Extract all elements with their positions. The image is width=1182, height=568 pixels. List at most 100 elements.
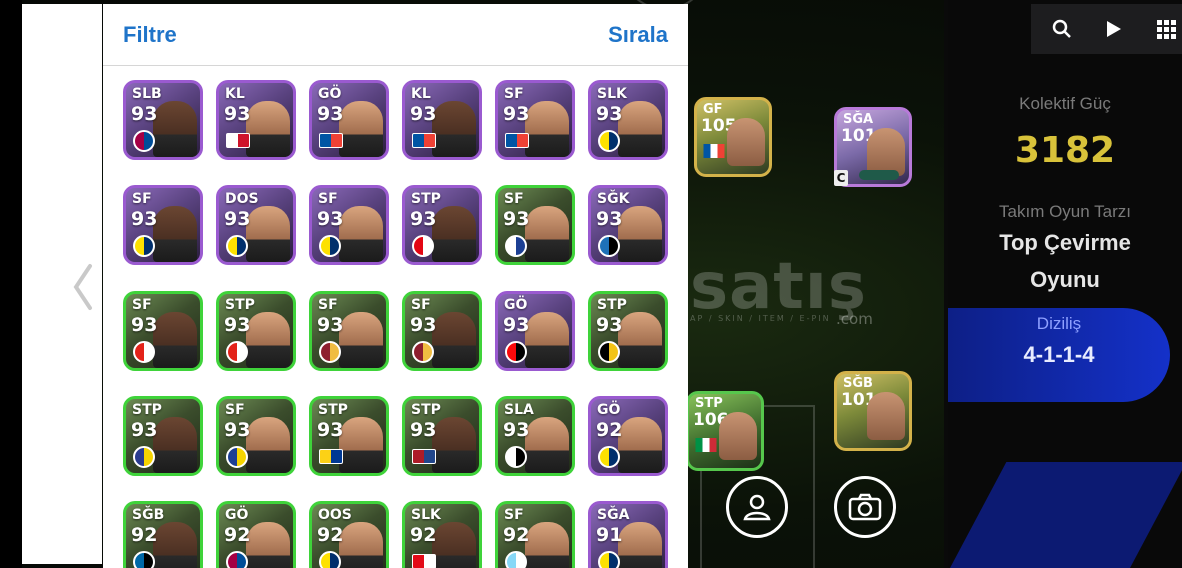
card-position: OOS (318, 507, 352, 523)
player-portrait (432, 206, 476, 262)
card-rating: 93 (317, 419, 344, 441)
card-rating: 93 (410, 419, 437, 441)
captain-badge: C (834, 170, 848, 186)
play-icon (1107, 21, 1121, 37)
player-card[interactable]: SLA 93 (495, 396, 575, 476)
club-badge-icon (133, 130, 155, 152)
card-rating: 93 (596, 314, 623, 336)
card-rating: 92 (596, 419, 623, 441)
player-portrait (432, 101, 476, 157)
player-card[interactable]: OOS 92 (309, 501, 389, 568)
formation-box[interactable]: Diziliş 4-1-1-4 (948, 308, 1170, 402)
club-badge-icon (133, 235, 155, 257)
player-card[interactable]: SĞK 93 (588, 185, 668, 265)
player-card[interactable]: GÖ 92 (216, 501, 296, 568)
player-card[interactable]: SLB 93 (123, 80, 203, 160)
player-portrait (246, 206, 290, 262)
club-badge-icon (505, 235, 527, 257)
player-portrait (339, 206, 383, 262)
player-card[interactable]: KL 93 (216, 80, 296, 160)
club-badge-icon (133, 446, 155, 468)
grid-menu-button[interactable] (1155, 18, 1177, 40)
player-portrait (867, 392, 905, 440)
card-rating: 93 (224, 419, 251, 441)
card-position: SF (411, 297, 431, 313)
camera-button[interactable] (834, 476, 896, 538)
club-badge-icon (226, 341, 248, 363)
camera-icon (848, 493, 882, 521)
player-portrait (525, 206, 569, 262)
player-card[interactable]: SLK 92 (402, 501, 482, 568)
card-position: SLK (597, 86, 627, 102)
club-badge-icon (412, 341, 434, 363)
player-card[interactable]: SĞA 91 (588, 501, 668, 568)
player-portrait (246, 101, 290, 157)
field-player-card[interactable]: SĞB 101 (834, 371, 912, 451)
card-position: SF (504, 507, 524, 523)
player-portrait (339, 522, 383, 568)
player-card[interactable]: SĞB 92 (123, 501, 203, 568)
card-rating: 93 (131, 419, 158, 441)
player-card[interactable]: SLK 93 (588, 80, 668, 160)
player-card[interactable]: SF 93 (309, 185, 389, 265)
club-badge-icon (319, 235, 341, 257)
player-card[interactable]: SF 92 (495, 501, 575, 568)
player-card[interactable]: GÖ 93 (495, 291, 575, 371)
player-card[interactable]: DOS 93 (216, 185, 296, 265)
player-card[interactable]: STP 93 (123, 396, 203, 476)
player-card[interactable]: SF 93 (123, 291, 203, 371)
player-portrait (618, 417, 662, 473)
player-portrait (153, 417, 197, 473)
club-badge-icon (133, 341, 155, 363)
club-badge-icon (598, 235, 620, 257)
player-portrait (339, 417, 383, 473)
flag-icon (412, 554, 436, 568)
card-rating: 93 (131, 208, 158, 230)
card-rating: 93 (224, 103, 251, 125)
player-portrait (867, 128, 905, 176)
player-card[interactable]: KL 93 (402, 80, 482, 160)
field-card-position: SĞB (843, 376, 873, 391)
flag-icon (226, 133, 250, 148)
card-position: SF (504, 86, 524, 102)
play-style-value-line2: Oyunu (1030, 267, 1100, 292)
player-list-modal: Filtre Sırala SLB 93 KL 93 GÖ 93 KL 93 SF 93 SLK 93… (103, 4, 688, 568)
italy-flag-icon (695, 438, 717, 452)
field-player-card[interactable]: GF 105 (694, 97, 772, 177)
player-card[interactable]: STP 93 (309, 396, 389, 476)
power-label: Kolektif Güç (1019, 94, 1111, 113)
player-card[interactable]: STP 93 (402, 396, 482, 476)
player-card[interactable]: SF 93 (402, 291, 482, 371)
player-card[interactable]: STP 93 (588, 291, 668, 371)
club-badge-icon (226, 551, 248, 568)
player-card[interactable]: SF 93 (495, 80, 575, 160)
flag-icon (505, 133, 529, 148)
chevron-left-icon[interactable] (72, 262, 94, 312)
player-portrait (727, 118, 765, 166)
field-player-card[interactable]: STP 106 (686, 391, 764, 471)
card-rating: 93 (224, 314, 251, 336)
search-button[interactable] (1051, 18, 1073, 40)
formation-label: Diziliş (1036, 314, 1082, 333)
player-card[interactable]: SF 93 (216, 396, 296, 476)
card-position: STP (597, 297, 627, 313)
player-card[interactable]: STP 93 (216, 291, 296, 371)
formation-value: 4-1-1-4 (1023, 342, 1095, 367)
card-position: SF (318, 191, 338, 207)
club-badge-icon (133, 551, 155, 568)
player-card[interactable]: STP 93 (402, 185, 482, 265)
left-edge (0, 0, 22, 568)
card-rating: 93 (410, 314, 437, 336)
club-badge-icon (598, 341, 620, 363)
play-button[interactable] (1103, 18, 1125, 40)
player-card[interactable]: SF 93 (123, 185, 203, 265)
player-card[interactable]: GÖ 93 (309, 80, 389, 160)
card-position: SF (132, 191, 152, 207)
club-badge-icon (226, 446, 248, 468)
player-portrait (153, 312, 197, 368)
card-rating: 92 (224, 524, 251, 546)
player-profile-button[interactable] (726, 476, 788, 538)
player-card[interactable]: SF 93 (309, 291, 389, 371)
player-card[interactable]: GÖ 92 (588, 396, 668, 476)
player-card[interactable]: SF 93 (495, 185, 575, 265)
